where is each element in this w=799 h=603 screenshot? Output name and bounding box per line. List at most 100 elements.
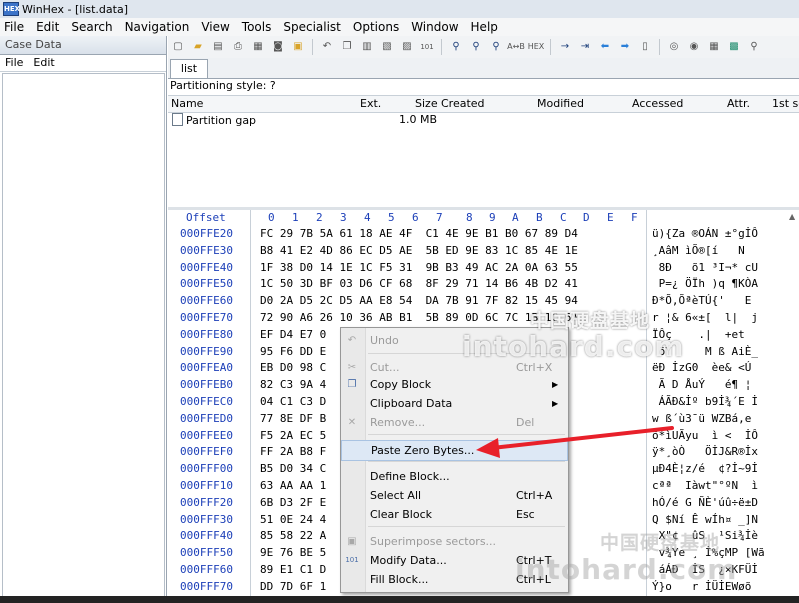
menu-file[interactable]: File: [0, 20, 30, 34]
hex-text[interactable]: ¸AâM ìÕ®[í N: [652, 244, 751, 257]
col-created[interactable]: Created: [441, 97, 485, 110]
menu-window[interactable]: Window: [405, 20, 464, 34]
hex-bytes[interactable]: 51 0E 24 4: [260, 513, 326, 526]
hex-bytes[interactable]: 1C 50 3D BF 03 D6 CF 68 8F 29 71 14 B6 4…: [260, 277, 578, 290]
write-toolbar-icon[interactable]: ▨: [399, 39, 415, 55]
hex-bytes[interactable]: EF D4 E7 0: [260, 328, 326, 341]
hex-text[interactable]: v¾Ye ¸ İ%çMP [Wã: [652, 546, 765, 559]
hex-text[interactable]: Q $Ní Ê wÍh¤ _]N: [652, 513, 758, 526]
hex-bytes[interactable]: 77 8E DF B: [260, 412, 326, 425]
open-ram-icon[interactable]: ▣: [290, 39, 306, 55]
menu-tools[interactable]: Tools: [236, 20, 278, 34]
bookmark-icon[interactable]: ▯: [637, 39, 653, 55]
col-ext[interactable]: Ext.: [360, 97, 381, 110]
goto-sector-icon[interactable]: ⇥: [577, 39, 593, 55]
hex-bytes[interactable]: FC 29 7B 5A 61 18 AE 4F C1 4E 9E B1 B0 6…: [260, 227, 578, 240]
hex-bytes[interactable]: 9E 76 BE 5: [260, 546, 326, 559]
hex-text[interactable]: Ý}o r İÜİEWøõ: [652, 580, 751, 593]
hex-text[interactable]: ü){Za ®OÁN ±°gİÔ: [652, 227, 758, 240]
case-menu-file[interactable]: File: [5, 55, 23, 71]
modify-data-toolbar-icon[interactable]: 101: [419, 39, 435, 55]
find-hex-icon[interactable]: ⚲: [488, 39, 504, 55]
menu-item-remove[interactable]: ✕ Remove... Del: [341, 413, 568, 432]
menu-item-paste-zero[interactable]: Paste Zero Bytes...: [341, 440, 568, 461]
hex-text[interactable]: r ¦& 6«±[ l| j: [652, 311, 758, 324]
hex-bytes[interactable]: 72 90 A6 26 10 36 AB B1 5B 89 0D 6C 7C 1…: [260, 311, 578, 324]
hex-text[interactable]: w ß´ù3¯ü WZBá,e: [652, 412, 751, 425]
hex-search-icon[interactable]: HEX: [528, 39, 545, 55]
menu-options[interactable]: Options: [347, 20, 405, 34]
undo-toolbar-icon[interactable]: ↶: [319, 39, 335, 55]
directory-row[interactable]: Partition gap 1.0 MB: [168, 112, 799, 128]
hex-text[interactable]: cªª Iàwt"°ºN ì: [652, 479, 758, 492]
hex-bytes[interactable]: 1F 38 D0 14 1E 1C F5 31 9B B3 49 AC 2A 0…: [260, 261, 578, 274]
search-magnifier-icon[interactable]: ⚲: [746, 39, 762, 55]
hex-row[interactable]: 000FFE30 B8 41 E2 4D 86 EC D5 AE 5B ED 9E…: [168, 244, 799, 261]
analyze-icon[interactable]: ▩: [726, 39, 742, 55]
col-size[interactable]: Size: [415, 97, 438, 110]
hex-text[interactable]: X"¢ ûS ¹Si¾İè: [652, 529, 758, 542]
menu-item-copy-block[interactable]: ❐ Copy Block ▶: [341, 375, 568, 394]
hex-row[interactable]: 000FFE20 FC 29 7B 5A 61 18 AE 4F C1 4E 9E…: [168, 227, 799, 244]
hex-text[interactable]: ÿ*¸òÒ ÖİJ&R®İx: [652, 445, 758, 458]
hex-text[interactable]: öÝ M ß AiÈ_: [652, 345, 758, 358]
case-menu-edit[interactable]: Edit: [33, 55, 54, 71]
copy-toolbar-icon[interactable]: ❐: [339, 39, 355, 55]
hex-bytes[interactable]: 6B D3 2F E: [260, 496, 326, 509]
paste-toolbar-icon[interactable]: ▥: [359, 39, 375, 55]
find-text-icon[interactable]: ⚲: [448, 39, 464, 55]
calculator-icon[interactable]: ▦: [706, 39, 722, 55]
hex-bytes[interactable]: D0 2A D5 2C D5 AA E8 54 DA 7B 91 7F 82 1…: [260, 294, 578, 307]
hex-bytes[interactable]: 95 F6 DD E: [260, 345, 326, 358]
open-folder-icon[interactable]: ▰: [190, 39, 206, 55]
save-icon[interactable]: ▤: [210, 39, 226, 55]
menu-help[interactable]: Help: [465, 20, 504, 34]
menu-item-select-all[interactable]: Select All Ctrl+A: [341, 486, 568, 505]
hex-bytes[interactable]: DD 7D 6F 1: [260, 580, 326, 593]
disk-tools-icon[interactable]: ◎: [666, 39, 682, 55]
col-modified[interactable]: Modified: [537, 97, 584, 110]
hex-text[interactable]: hÓ/é G ÑÈ'úû÷ë±D: [652, 496, 758, 509]
hex-bytes[interactable]: FF 2A B8 F: [260, 445, 326, 458]
hex-text[interactable]: õ*ìUÃyu ì < İÔ: [652, 429, 758, 442]
menu-item-modify-data[interactable]: 101 Modify Data... Ctrl+T: [341, 551, 568, 570]
replace-hex-icon[interactable]: A↔B: [507, 39, 525, 55]
menu-item-clipboard-data[interactable]: Clipboard Data ▶: [341, 394, 568, 413]
hex-bytes[interactable]: 82 C3 9A 4: [260, 378, 326, 391]
hex-bytes[interactable]: 85 58 22 A: [260, 529, 326, 542]
menu-view[interactable]: View: [195, 20, 235, 34]
new-file-icon[interactable]: ▢: [170, 39, 186, 55]
hex-row[interactable]: 000FFE40 1F 38 D0 14 1E 1C F5 31 9B B3 49…: [168, 261, 799, 278]
col-name[interactable]: Name: [171, 97, 203, 110]
hex-bytes[interactable]: B5 D0 34 C: [260, 462, 326, 475]
menu-item-clear-block[interactable]: Clear Block Esc: [341, 505, 568, 524]
hex-bytes[interactable]: 04 C1 C3 D: [260, 395, 326, 408]
hex-bytes[interactable]: EB D0 98 C: [260, 361, 326, 374]
ram-editor-icon[interactable]: ◉: [686, 39, 702, 55]
hex-bytes[interactable]: B8 41 E2 4D 86 EC D5 AE 5B ED 9E 83 1C 8…: [260, 244, 578, 257]
hex-text[interactable]: 8Ð õ1 ³I¬* cU: [652, 261, 758, 274]
menu-search[interactable]: Search: [65, 20, 118, 34]
col-accessed[interactable]: Accessed: [632, 97, 683, 110]
menu-specialist[interactable]: Specialist: [277, 20, 347, 34]
menu-item-superimpose[interactable]: ▣ Superimpose sectors...: [341, 532, 568, 551]
menu-item-define-block[interactable]: Define Block...: [341, 467, 568, 486]
hex-text[interactable]: µÐ4È¦z/é ¢?İ~9İ: [652, 462, 758, 475]
hex-text[interactable]: Ð*Õ,ÕªèTÚ{' E: [652, 294, 758, 307]
open-disk-icon[interactable]: ◙: [270, 39, 286, 55]
scroll-up-icon[interactable]: ▲: [789, 212, 798, 222]
goto-offset-icon[interactable]: →: [557, 39, 573, 55]
directory-list-area[interactable]: [168, 129, 799, 207]
menu-edit[interactable]: Edit: [30, 20, 65, 34]
col-first-sector[interactable]: 1st se: [772, 97, 799, 110]
menu-item-undo[interactable]: ↶ Undo: [341, 331, 568, 350]
tab-list[interactable]: list: [170, 59, 208, 78]
hex-text[interactable]: ÏÔç .| +et: [652, 328, 745, 341]
replace-text-icon[interactable]: ⚲: [468, 39, 484, 55]
hex-text[interactable]: áÁÐ İS ¿×KFÜİ: [652, 563, 758, 576]
menu-navigation[interactable]: Navigation: [119, 20, 196, 34]
case-data-tree[interactable]: [2, 73, 165, 603]
hex-bytes[interactable]: F5 2A EC 5: [260, 429, 326, 442]
forward-arrow-icon[interactable]: ➡: [617, 39, 633, 55]
print-icon[interactable]: ⎙: [230, 39, 246, 55]
